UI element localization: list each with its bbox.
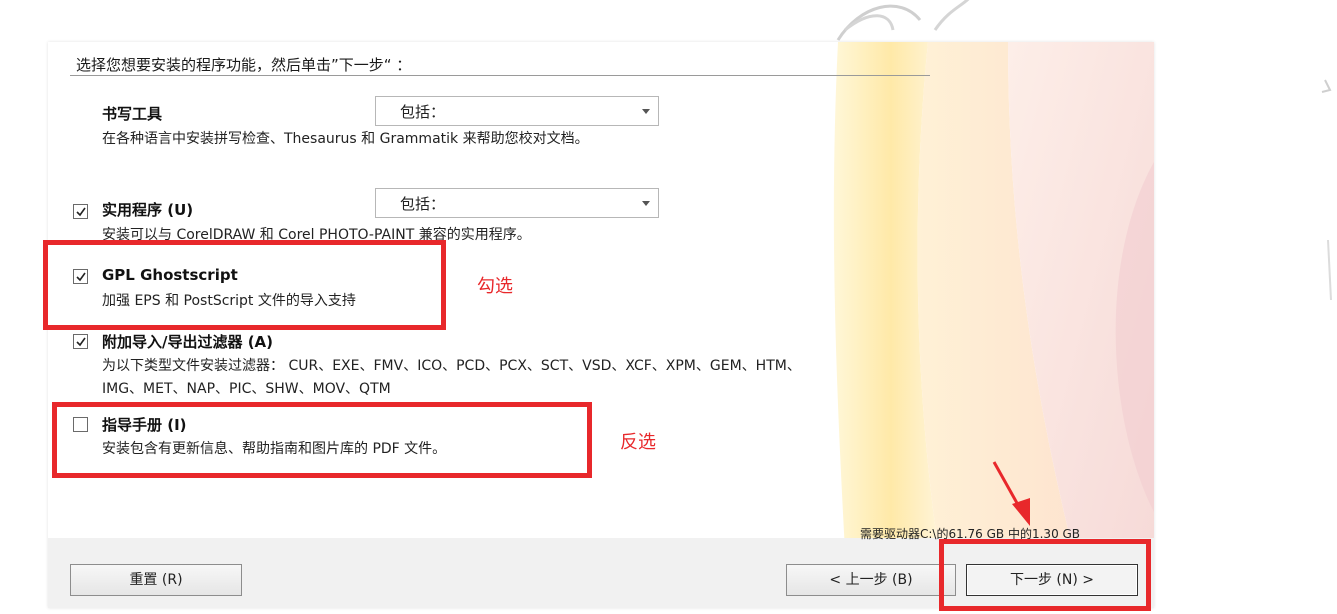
utilities-checkbox[interactable] — [73, 204, 88, 219]
filters-description-line2: IMG、MET、NAP、PIC、SHW、MOV、QTM — [102, 381, 391, 397]
utilities-title: 实用程序 (U) — [102, 201, 194, 219]
back-button[interactable]: < 上一步 (B) — [786, 564, 956, 596]
instruction-text: 选择您想要安装的程序功能，然后单击”下一步“ ： — [76, 56, 412, 74]
chevron-down-icon — [642, 201, 650, 206]
utilities-dropdown[interactable]: 包括： — [375, 188, 659, 218]
checkmark-icon — [76, 207, 86, 217]
guide-highlight-box — [52, 402, 592, 478]
ghostscript-highlight-box — [43, 240, 446, 330]
writing-tools-dropdown-value: 包括： — [400, 103, 446, 121]
filters-description-line1: 为以下类型文件安装过滤器： CUR、EXE、FMV、ICO、PCD、PCX、SC… — [102, 358, 801, 374]
writing-tools-title: 书写工具 — [102, 105, 163, 123]
reset-button[interactable]: 重置 (R) — [70, 564, 242, 596]
header-divider — [70, 75, 930, 76]
chevron-down-icon — [642, 109, 650, 114]
filters-title: 附加导入/导出过滤器 (A) — [102, 333, 274, 351]
next-button-highlight-box — [939, 539, 1151, 611]
check-annotation: 勾选 — [477, 276, 513, 297]
utilities-dropdown-value: 包括： — [400, 195, 446, 213]
filters-checkbox[interactable] — [73, 334, 88, 349]
checkmark-icon — [76, 337, 86, 347]
writing-tools-description: 在各种语言中安装拼写检查、Thesaurus 和 Grammatik 来帮助您校… — [102, 131, 589, 147]
writing-tools-dropdown[interactable]: 包括： — [375, 96, 659, 126]
uncheck-annotation: 反选 — [620, 432, 656, 453]
